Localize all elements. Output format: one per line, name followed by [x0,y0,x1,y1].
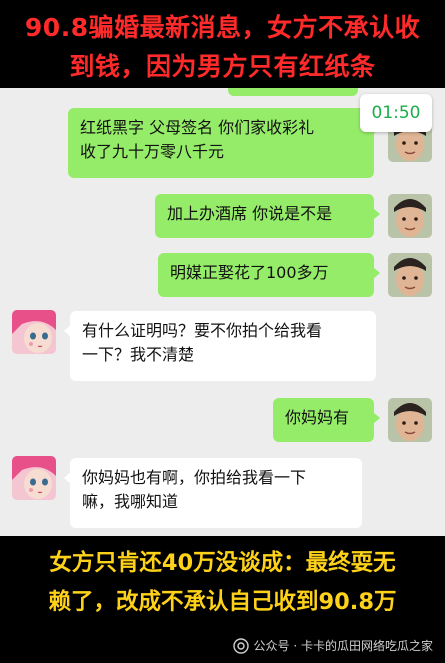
top-caption-banner: 90.8骗婚最新消息，女方不承认收 到钱，因为男方只有红纸条 [0,0,445,88]
message-bubble-outgoing[interactable]: 你妈妈有 [273,398,380,442]
anime-girl-avatar-icon [12,456,56,500]
bottom-caption-banner: 女方只肯还40万没谈成：最终耍无 赖了，改成不承认自己收到90.8万 公众号 ·… [0,536,445,663]
message-text-line: 一下？我不清楚 [82,345,195,364]
partial-message-bubble [228,88,358,96]
wechat-official-account-icon [232,637,249,654]
message-bubble-outgoing[interactable]: 红纸黑字 父母签名 你们家收彩礼 收了九十万零八千元 [68,108,380,178]
message-bubble-outgoing[interactable]: 明媒正娶花了100多万 [158,253,380,297]
male-user-avatar[interactable] [388,253,432,297]
female-user-avatar[interactable] [12,456,56,500]
watermark-text: 公众号 · 卡卡的瓜田网络吃瓜之家 [253,639,433,653]
message-text: 你妈妈有 [285,408,350,427]
message-text-line: 红纸黑字 父母签名 你们家收彩礼 [80,118,315,137]
message-text-line: 有什么证明吗？要不你拍个给我看 [82,321,323,340]
bottom-caption-line-1: 女方只肯还40万没谈成：最终耍无 [49,550,396,576]
top-caption-line-2: 到钱，因为男方只有红纸条 [69,52,376,81]
male-user-avatar[interactable] [388,398,432,442]
male-avatar-photo-icon [388,253,432,297]
male-avatar-photo-icon [388,194,432,238]
male-user-avatar[interactable] [388,194,432,238]
message-text: 明媒正娶花了100多万 [170,263,329,282]
message-bubble-incoming[interactable]: 你妈妈也有啊，你拍给我看一下 嘛，我哪知道 [64,458,362,528]
message-bubble-outgoing[interactable]: 加上办酒席 你说是不是 [155,194,380,238]
top-caption-line-1: 90.8骗婚最新消息，女方不承认收 [24,13,421,42]
message-text-line: 嘛，我哪知道 [82,492,179,511]
message-bubble-incoming[interactable]: 有什么证明吗？要不你拍个给我看 一下？我不清楚 [64,311,376,381]
chat-area[interactable]: 红纸黑字 父母签名 你们家收彩礼 收了九十万零八千元 加上办酒席 你说是不是 明… [0,88,445,536]
recording-timer: 01:50 [360,94,432,132]
watermark: 公众号 · 卡卡的瓜田网络吃瓜之家 [232,637,433,654]
message-text-line: 收了九十万零八千元 [80,142,225,161]
anime-girl-avatar-icon [12,310,56,354]
male-avatar-photo-icon [388,398,432,442]
message-text: 加上办酒席 你说是不是 [167,204,333,223]
message-text-line: 你妈妈也有啊，你拍给我看一下 [82,468,307,487]
bottom-caption-line-2: 赖了，改成不承认自己收到90.8万 [48,589,397,615]
female-user-avatar[interactable] [12,310,56,354]
